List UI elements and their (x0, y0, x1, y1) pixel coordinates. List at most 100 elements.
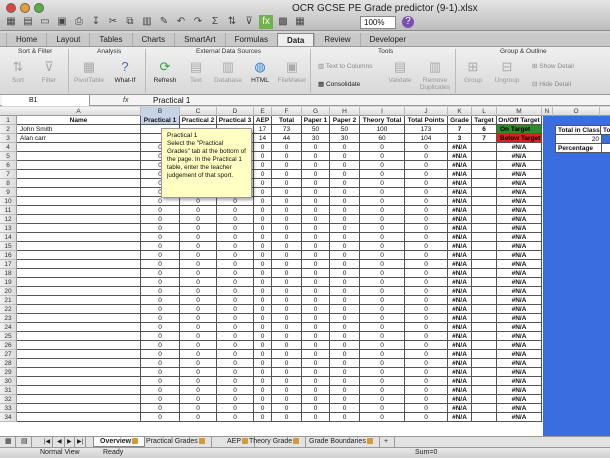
table-cell[interactable]: 0 (254, 278, 272, 287)
student-name-cell[interactable] (17, 260, 141, 269)
table-cell[interactable]: 0 (330, 224, 360, 233)
table-cell[interactable]: 0 (272, 233, 302, 242)
text-to-columns-button[interactable]: ▥ Text to Columns (318, 62, 372, 70)
function-icon[interactable]: fx (259, 15, 273, 29)
sheet-tab-practical-grades[interactable]: Practical Grades (140, 437, 212, 447)
status-cell[interactable]: #N/A (497, 215, 542, 224)
table-cell[interactable]: 0 (217, 413, 254, 422)
table-cell[interactable]: 0 (254, 260, 272, 269)
table-cell[interactable]: 0 (217, 332, 254, 341)
row-header[interactable]: 18 (0, 269, 17, 278)
row-header[interactable]: 34 (0, 413, 17, 422)
table-cell[interactable]: 0 (254, 269, 272, 278)
copy-icon[interactable]: ⧉ (123, 15, 137, 29)
student-name-cell[interactable] (17, 305, 141, 314)
table-cell[interactable]: 0 (272, 152, 302, 161)
status-cell[interactable]: #N/A (497, 197, 542, 206)
table-cell[interactable]: 0 (405, 404, 448, 413)
table-cell[interactable]: 0 (330, 206, 360, 215)
table-cell[interactable]: #N/A (448, 395, 472, 404)
status-cell[interactable]: #N/A (497, 161, 542, 170)
table-cell[interactable]: 0 (360, 152, 405, 161)
table-cell[interactable]: 0 (302, 395, 330, 404)
table-cell[interactable]: 0 (360, 242, 405, 251)
table-cell[interactable]: 0 (272, 143, 302, 152)
table-cell[interactable]: 0 (180, 269, 217, 278)
row-header[interactable]: 30 (0, 377, 17, 386)
status-cell[interactable]: #N/A (497, 395, 542, 404)
table-cell[interactable]: 0 (254, 179, 272, 188)
row-header[interactable]: 19 (0, 278, 17, 287)
table-cell[interactable]: 0 (330, 215, 360, 224)
table-header-cell[interactable]: Paper 1 (302, 116, 330, 125)
status-cell[interactable]: #N/A (497, 278, 542, 287)
status-badge[interactable]: Below Target (497, 134, 542, 143)
student-name-cell[interactable] (17, 251, 141, 260)
status-cell[interactable]: #N/A (497, 413, 542, 422)
table-cell[interactable]: 0 (302, 386, 330, 395)
target-cell[interactable] (472, 413, 497, 422)
table-cell[interactable]: 0 (180, 386, 217, 395)
table-cell[interactable]: 0 (360, 260, 405, 269)
target-cell[interactable] (472, 188, 497, 197)
table-cell[interactable]: 0 (330, 341, 360, 350)
table-header-cell[interactable]: Theory Total (360, 116, 405, 125)
print-icon[interactable]: ⎙ (72, 15, 86, 29)
sheet-tab-theory-grade[interactable]: Theory Grade (243, 437, 307, 447)
status-cell[interactable]: #N/A (497, 143, 542, 152)
table-cell[interactable]: #N/A (448, 341, 472, 350)
table-cell[interactable]: 0 (302, 197, 330, 206)
table-cell[interactable]: #N/A (448, 143, 472, 152)
table-cell[interactable]: 0 (330, 251, 360, 260)
student-name-cell[interactable] (17, 179, 141, 188)
table-cell[interactable]: 0 (141, 278, 180, 287)
student-name-cell[interactable] (17, 368, 141, 377)
table-cell[interactable]: 0 (141, 260, 180, 269)
table-cell[interactable]: #N/A (448, 350, 472, 359)
column-header-o[interactable]: O (553, 107, 600, 116)
status-cell[interactable]: #N/A (497, 188, 542, 197)
table-header-cell[interactable]: Total Points (405, 116, 448, 125)
row-header[interactable]: 24 (0, 323, 17, 332)
table-cell[interactable]: 0 (254, 152, 272, 161)
sheet-tab-overview[interactable]: Overview (93, 437, 146, 447)
table-cell[interactable]: #N/A (448, 332, 472, 341)
table-cell[interactable]: 0 (330, 161, 360, 170)
table-header-cell[interactable]: Paper 2 (330, 116, 360, 125)
student-name-cell[interactable] (17, 287, 141, 296)
table-cell[interactable]: 0 (302, 233, 330, 242)
html-button[interactable]: ◍ HTML (248, 59, 272, 93)
row-header[interactable]: 12 (0, 215, 17, 224)
table-header-cell[interactable]: On/Off Target (497, 116, 542, 125)
table-cell[interactable]: 0 (272, 206, 302, 215)
student-name-cell[interactable] (17, 206, 141, 215)
table-cell[interactable]: 0 (330, 350, 360, 359)
column-header-d[interactable]: D (217, 107, 254, 116)
target-cell[interactable] (472, 143, 497, 152)
tab-charts[interactable]: Charts (131, 33, 175, 46)
target-cell[interactable] (472, 161, 497, 170)
column-header-g[interactable]: G (302, 107, 330, 116)
table-cell[interactable]: #N/A (448, 305, 472, 314)
table-cell[interactable]: 0 (330, 332, 360, 341)
table-cell[interactable]: 30 (330, 134, 360, 143)
table-cell[interactable]: 0 (302, 368, 330, 377)
table-cell[interactable]: 0 (141, 341, 180, 350)
table-header-cell[interactable]: AEP (254, 116, 272, 125)
table-cell[interactable]: 0 (180, 323, 217, 332)
table-cell[interactable]: 0 (302, 359, 330, 368)
validate-button[interactable]: ▤ Validate (385, 59, 415, 93)
table-cell[interactable]: 0 (217, 287, 254, 296)
student-name-cell[interactable]: John Smith (17, 125, 141, 134)
table-cell[interactable]: 0 (330, 359, 360, 368)
table-cell[interactable]: 0 (141, 377, 180, 386)
show-detail-button[interactable]: ⊞ Show Detail (532, 62, 574, 70)
table-cell[interactable]: 0 (302, 260, 330, 269)
student-name-cell[interactable] (17, 269, 141, 278)
table-cell[interactable]: #N/A (448, 251, 472, 260)
table-cell[interactable]: 0 (254, 161, 272, 170)
table-cell[interactable]: 0 (217, 341, 254, 350)
table-cell[interactable]: 0 (180, 242, 217, 251)
table-cell[interactable]: 0 (302, 269, 330, 278)
student-name-cell[interactable] (17, 152, 141, 161)
